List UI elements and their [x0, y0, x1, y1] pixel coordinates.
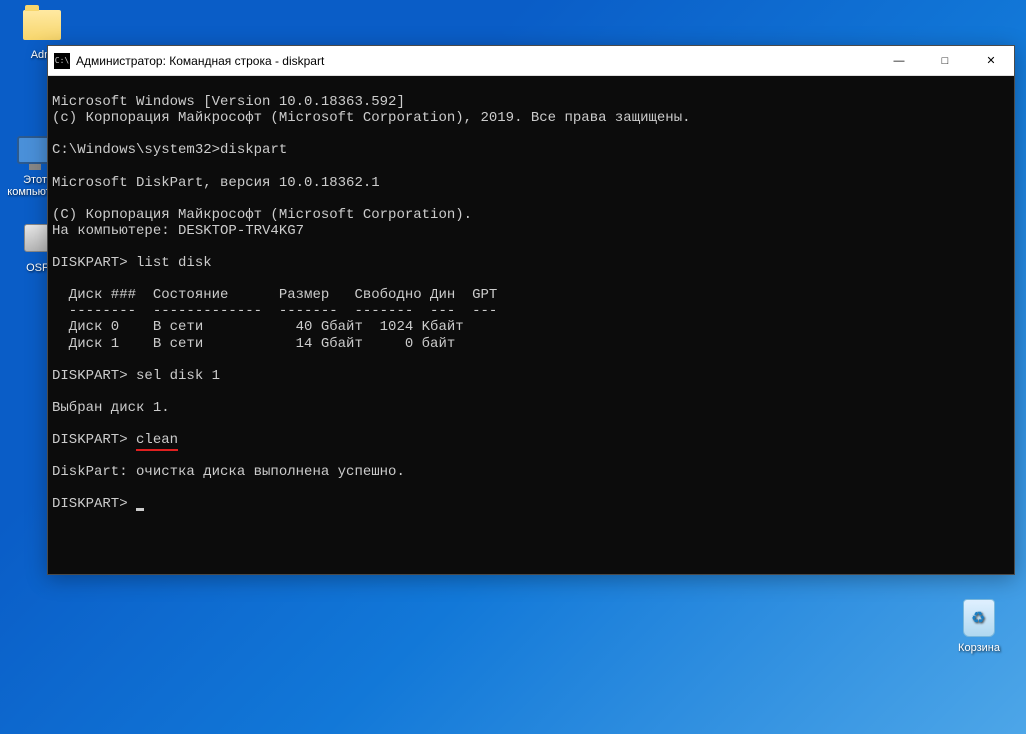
terminal-line: (c) Корпорация Майкрософт (Microsoft Cor… [52, 110, 691, 126]
desktop-icon-label: Корзина [949, 642, 1009, 654]
terminal-line: (C) Корпорация Майкрософт (Microsoft Cor… [52, 207, 472, 223]
recycle-bin-icon [959, 598, 999, 638]
cmd-icon: C:\ [54, 53, 70, 69]
terminal-line: На компьютере: DESKTOP-TRV4KG7 [52, 223, 304, 239]
maximize-button[interactable]: □ [922, 46, 968, 75]
titlebar[interactable]: C:\ Администратор: Командная строка - di… [48, 46, 1014, 76]
table-divider: -------- ------------- ------- ------- -… [52, 303, 497, 319]
table-header: Диск ### Состояние Размер Свободно Дин G… [52, 287, 497, 303]
minimize-button[interactable]: — [876, 46, 922, 75]
terminal-prompt: DISKPART> list disk [52, 255, 212, 271]
window-controls: — □ ✕ [876, 46, 1014, 75]
terminal-prompt: DISKPART> [52, 496, 144, 512]
terminal-line: Microsoft DiskPart, версия 10.0.18362.1 [52, 175, 380, 191]
clean-command-highlighted: clean [136, 432, 178, 451]
terminal-prompt: DISKPART> sel disk 1 [52, 368, 220, 384]
window-title: Администратор: Командная строка - diskpa… [76, 54, 876, 68]
folder-icon [22, 5, 62, 45]
terminal-prompt: DISKPART> clean [52, 432, 178, 451]
desktop-icon-recycle-bin[interactable]: Корзина [949, 598, 1009, 654]
terminal-line: DiskPart: очистка диска выполнена успешн… [52, 464, 405, 480]
terminal-line: Выбран диск 1. [52, 400, 170, 416]
command-prompt-window: C:\ Администратор: Командная строка - di… [47, 45, 1015, 575]
terminal-output[interactable]: Microsoft Windows [Version 10.0.18363.59… [48, 76, 1014, 574]
terminal-prompt: C:\Windows\system32>diskpart [52, 142, 287, 158]
terminal-line: Microsoft Windows [Version 10.0.18363.59… [52, 94, 405, 110]
table-row: Диск 0 В сети 40 Gбайт 1024 Kбайт [52, 319, 464, 335]
cursor-icon [136, 508, 144, 511]
table-row: Диск 1 В сети 14 Gбайт 0 байт [52, 336, 455, 352]
close-button[interactable]: ✕ [968, 46, 1014, 75]
